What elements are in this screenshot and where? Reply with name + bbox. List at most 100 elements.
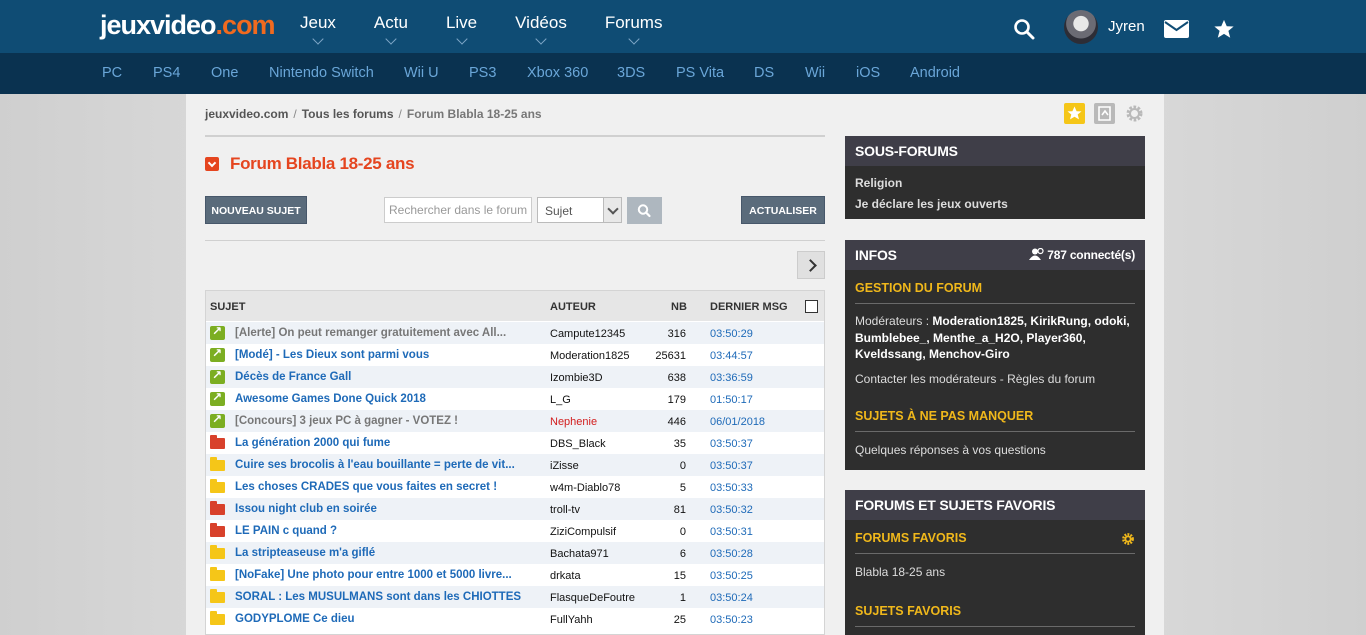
bookmark-icon[interactable] [1094, 103, 1115, 124]
site-logo[interactable]: jeuxvideo.com [100, 10, 276, 41]
platform-switch[interactable]: Nintendo Switch [269, 65, 374, 81]
breadcrumb: jeuxvideo.com / Tous les forums / Forum Blab… [205, 107, 542, 121]
favorite-forum-link[interactable]: Blabla 18-25 ans [855, 564, 1140, 581]
folder-icon [210, 479, 225, 493]
connected-count: 787 connecté(s) [1029, 247, 1135, 262]
platform-wiiu[interactable]: Wii U [404, 65, 439, 81]
platform-one[interactable]: One [211, 65, 238, 81]
topic-last-message[interactable]: 03:50:25 [710, 570, 753, 582]
topic-author[interactable]: Campute12345 [550, 328, 625, 340]
topic-link[interactable]: LE PAIN c quand ? [235, 525, 545, 537]
platform-ps3[interactable]: PS3 [469, 65, 496, 81]
topic-link[interactable]: Décès de France Gall [235, 371, 545, 383]
must-read-heading: SUJETS À NE PAS MANQUER [855, 409, 1034, 423]
select-all-checkbox[interactable] [805, 300, 818, 313]
topic-author[interactable]: DBS_Black [550, 438, 606, 450]
topic-last-message[interactable]: 03:50:37 [710, 460, 753, 472]
topic-last-message[interactable]: 03:50:32 [710, 504, 753, 516]
forum-rules-link[interactable]: Règles du forum [1007, 372, 1095, 386]
platform-xbox360[interactable]: Xbox 360 [527, 65, 588, 81]
topic-count: 81 [673, 504, 686, 516]
topic-link[interactable]: [Concours] 3 jeux PC à gagner - VOTEZ ! [235, 415, 545, 427]
favorite-star-icon[interactable] [1064, 103, 1085, 124]
topic-last-message[interactable]: 03:44:57 [710, 350, 753, 362]
topic-author[interactable]: FullYahh [550, 614, 593, 626]
chevron-down-icon[interactable] [603, 198, 621, 222]
platform-android[interactable]: Android [910, 65, 960, 81]
topic-author[interactable]: Bachata971 [550, 548, 609, 560]
table-row: Issou night club en soirée troll-tv 81 0… [206, 498, 824, 520]
topic-link[interactable]: La stripteaseuse m'a giflé [235, 547, 545, 559]
breadcrumb-home[interactable]: jeuxvideo.com [205, 107, 288, 121]
star-icon[interactable] [1213, 18, 1235, 40]
mail-icon[interactable] [1164, 20, 1189, 38]
topic-author[interactable]: drkata [550, 570, 581, 582]
next-page-button[interactable] [797, 251, 825, 279]
favorite-forums-heading: FORUMS FAVORIS [855, 531, 967, 545]
collapse-arrow-icon[interactable] [205, 157, 219, 171]
nav-jeux[interactable]: Jeux [300, 0, 336, 53]
topic-link[interactable]: Awesome Games Done Quick 2018 [235, 393, 545, 405]
topic-last-message[interactable]: 03:50:37 [710, 438, 753, 450]
avatar[interactable] [1064, 10, 1098, 44]
refresh-button[interactable]: ACTUALISER [741, 196, 825, 224]
folder-icon [210, 589, 225, 603]
search-icon[interactable] [1013, 18, 1035, 40]
column-subject: SUJET [210, 301, 246, 313]
nav-live[interactable]: Live [446, 0, 477, 53]
folder-icon [210, 567, 225, 581]
must-read-link[interactable]: Quelques réponses à vos questions [855, 442, 1140, 459]
settings-gear-icon[interactable] [1124, 103, 1145, 124]
topic-author[interactable]: Izombie3D [550, 372, 603, 384]
topic-count: 0 [679, 526, 686, 538]
topic-author[interactable]: ZiziCompulsif [550, 526, 616, 538]
topic-last-message[interactable]: 01:50:17 [710, 394, 753, 406]
platform-wii[interactable]: Wii [805, 65, 825, 81]
divider [855, 553, 1135, 554]
platform-psvita[interactable]: PS Vita [676, 65, 724, 81]
contact-moderators-link[interactable]: Contacter les modérateurs [855, 372, 996, 386]
topic-last-message[interactable]: 03:50:29 [710, 328, 753, 340]
platform-pc[interactable]: PC [102, 65, 122, 81]
platform-ps4[interactable]: PS4 [153, 65, 180, 81]
topic-author[interactable]: troll-tv [550, 504, 580, 516]
topic-last-message[interactable]: 03:50:31 [710, 526, 753, 538]
topic-author[interactable]: w4m-Diablo78 [550, 482, 620, 494]
topic-last-message[interactable]: 03:50:33 [710, 482, 753, 494]
topic-link[interactable]: Issou night club en soirée [235, 503, 545, 515]
topic-last-message[interactable]: 03:50:24 [710, 592, 753, 604]
topic-author[interactable]: Moderation1825 [550, 350, 630, 362]
topic-author[interactable]: L_G [550, 394, 571, 406]
topic-link[interactable]: [Modé] - Les Dieux sont parmi vous [235, 349, 545, 361]
breadcrumb-forums[interactable]: Tous les forums [302, 107, 394, 121]
topic-author[interactable]: Nephenie [550, 416, 597, 428]
topic-author[interactable]: FlasqueDeFoutre [550, 592, 635, 604]
new-topic-button[interactable]: NOUVEAU SUJET [205, 196, 307, 224]
search-button[interactable] [627, 197, 662, 224]
topic-link[interactable]: SORAL : Les MUSULMANS sont dans les CHIO… [235, 591, 545, 603]
topic-last-message[interactable]: 06/01/2018 [710, 416, 765, 428]
topic-last-message[interactable]: 03:36:59 [710, 372, 753, 384]
nav-videos[interactable]: Vidéos [515, 0, 567, 53]
subforums-panel: SOUS-FORUMS Religion Je déclare les jeux… [845, 136, 1145, 219]
platform-3ds[interactable]: 3DS [617, 65, 645, 81]
topic-author[interactable]: iZisse [550, 460, 579, 472]
gear-icon[interactable] [1121, 532, 1135, 546]
platform-ios[interactable]: iOS [856, 65, 880, 81]
topic-link[interactable]: GODYPLOME Ce dieu [235, 613, 545, 625]
topic-link[interactable]: La génération 2000 qui fume [235, 437, 545, 449]
topic-link[interactable]: Cuire ses brocolis à l'eau bouillante = … [235, 459, 545, 471]
nav-forums[interactable]: Forums [605, 0, 662, 53]
topic-link[interactable]: [Alerte] On peut remanger gratuitement a… [235, 327, 545, 339]
username[interactable]: Jyren [1108, 18, 1145, 35]
topic-last-message[interactable]: 03:50:23 [710, 614, 753, 626]
pinned-topic-icon [210, 324, 225, 340]
platform-ds[interactable]: DS [754, 65, 774, 81]
topic-link[interactable]: [NoFake] Une photo pour entre 1000 et 50… [235, 569, 545, 581]
subforum-link[interactable]: Je déclare les jeux ouverts [855, 197, 1008, 211]
topic-link[interactable]: Les choses CRADES que vous faites en sec… [235, 481, 545, 493]
nav-actu[interactable]: Actu [374, 0, 408, 53]
subforum-link[interactable]: Religion [855, 176, 902, 190]
forum-search-input[interactable]: Rechercher dans le forum [384, 197, 532, 223]
topic-last-message[interactable]: 03:50:28 [710, 548, 753, 560]
